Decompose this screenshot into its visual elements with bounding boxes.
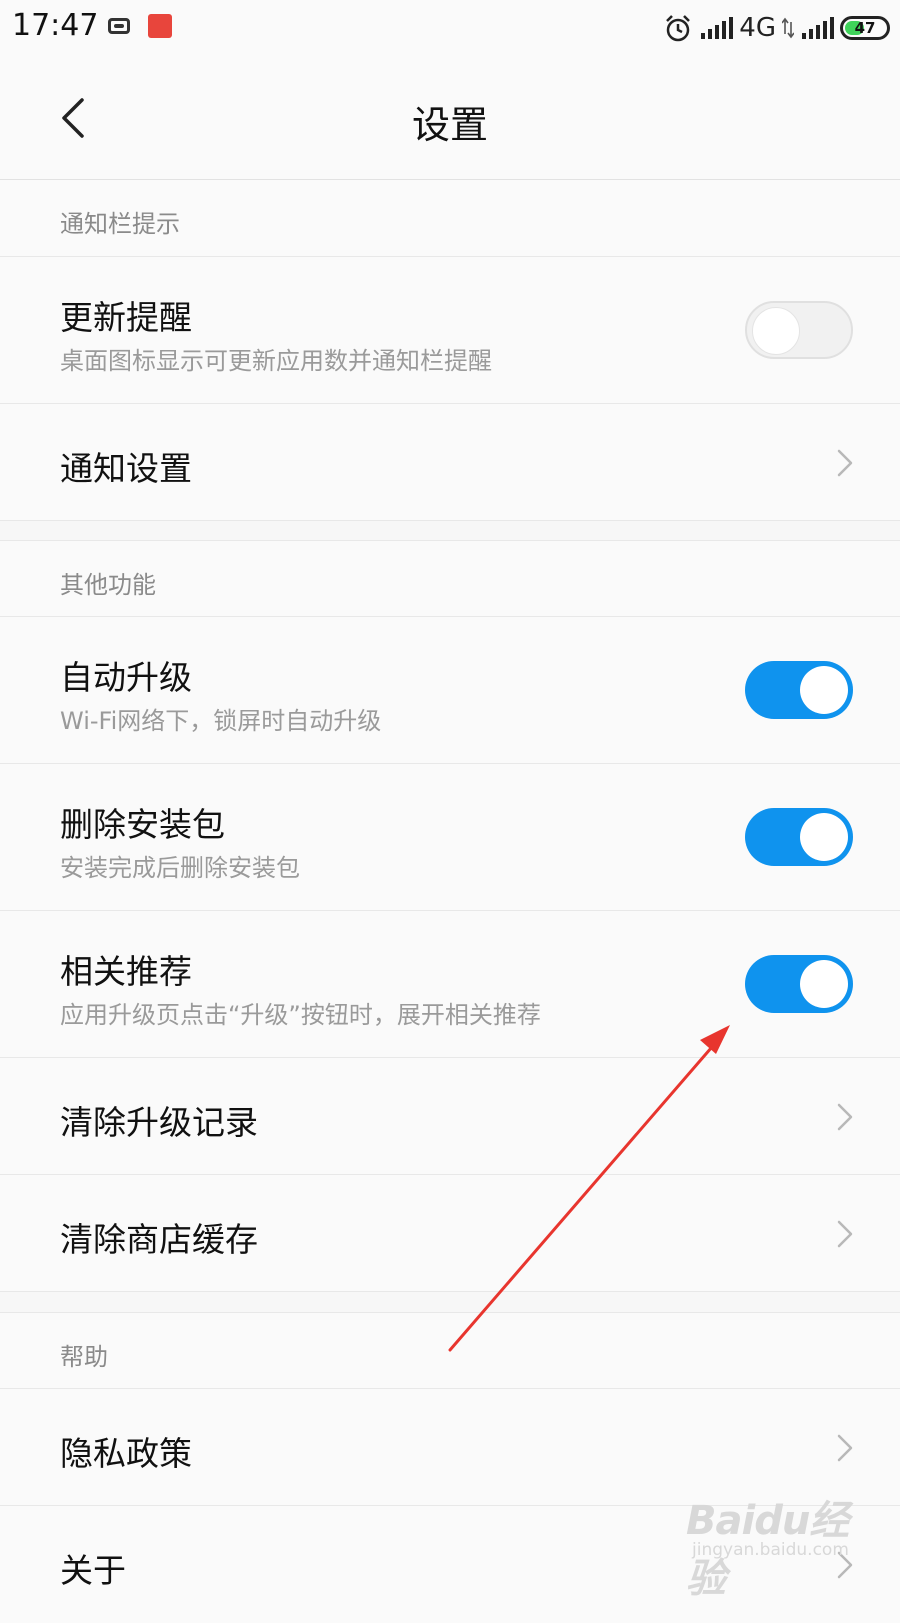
- signal-icon-2: [802, 17, 834, 39]
- section-header-label: 其他功能: [60, 571, 156, 599]
- related-recommend-toggle[interactable]: [745, 955, 853, 1013]
- setting-subtitle: Wi-Fi网络下，锁屏时自动升级: [60, 707, 382, 735]
- setting-update-reminder[interactable]: 更新提醒 桌面图标显示可更新应用数并通知栏提醒: [0, 257, 900, 404]
- section-header-help: 帮助: [0, 1312, 900, 1389]
- setting-auto-upgrade[interactable]: 自动升级 Wi-Fi网络下，锁屏时自动升级: [0, 617, 900, 764]
- watermark-url: jingyan.baidu.com: [692, 1540, 849, 1560]
- status-bar: 17:47 4G 47: [0, 0, 900, 58]
- section-header-label: 帮助: [60, 1343, 108, 1371]
- network-type: 4G: [739, 13, 776, 43]
- chevron-right-icon: [837, 1434, 853, 1462]
- nav-bar: 设置: [0, 58, 900, 180]
- update-reminder-toggle[interactable]: [745, 301, 853, 359]
- data-arrows-icon: [782, 17, 794, 39]
- page-title: 设置: [411, 103, 488, 147]
- screen-cast-icon: [108, 18, 130, 34]
- setting-subtitle: 桌面图标显示可更新应用数并通知栏提醒: [60, 347, 492, 375]
- setting-title: 自动升级: [60, 658, 192, 697]
- setting-title: 清除升级记录: [60, 1103, 258, 1142]
- section-header-notifications: 通知栏提示: [0, 180, 900, 257]
- setting-notification-settings[interactable]: 通知设置: [0, 404, 900, 521]
- baidu-watermark: Baidu经验 jingyan.baidu.com: [686, 1488, 886, 1602]
- battery-icon: 47: [840, 16, 890, 40]
- setting-title: 清除商店缓存: [60, 1220, 258, 1259]
- section-header-label: 通知栏提示: [60, 210, 180, 238]
- toggle-knob: [800, 960, 848, 1008]
- signal-icon: [701, 17, 734, 39]
- setting-related-recommend[interactable]: 相关推荐 应用升级页点击“升级”按钮时，展开相关推荐: [0, 911, 900, 1058]
- setting-title: 通知设置: [60, 449, 192, 488]
- section-header-other: 其他功能: [0, 540, 900, 617]
- setting-delete-package[interactable]: 删除安装包 安装完成后删除安装包: [0, 764, 900, 911]
- setting-clear-upgrade-records[interactable]: 清除升级记录: [0, 1058, 900, 1175]
- status-indicators: 4G 47: [663, 10, 890, 46]
- toggle-knob: [752, 307, 800, 355]
- delete-package-toggle[interactable]: [745, 808, 853, 866]
- setting-clear-store-cache[interactable]: 清除商店缓存: [0, 1175, 900, 1292]
- setting-title: 删除安装包: [60, 805, 225, 844]
- status-time: 17:47: [12, 8, 99, 43]
- auto-upgrade-toggle[interactable]: [745, 661, 853, 719]
- setting-subtitle: 应用升级页点击“升级”按钮时，展开相关推荐: [60, 1001, 541, 1029]
- setting-subtitle: 安装完成后删除安装包: [60, 854, 300, 882]
- setting-title: 关于: [60, 1551, 126, 1590]
- chevron-right-icon: [837, 449, 853, 477]
- setting-title: 隐私政策: [60, 1434, 192, 1473]
- app-notification-icon: [148, 14, 172, 38]
- chevron-right-icon: [837, 1103, 853, 1131]
- chevron-right-icon: [837, 1220, 853, 1248]
- setting-title: 更新提醒: [60, 298, 192, 337]
- alarm-icon: [666, 15, 691, 42]
- setting-title: 相关推荐: [60, 952, 192, 991]
- toggle-knob: [800, 666, 848, 714]
- battery-level: 47: [854, 19, 876, 37]
- toggle-knob: [800, 813, 848, 861]
